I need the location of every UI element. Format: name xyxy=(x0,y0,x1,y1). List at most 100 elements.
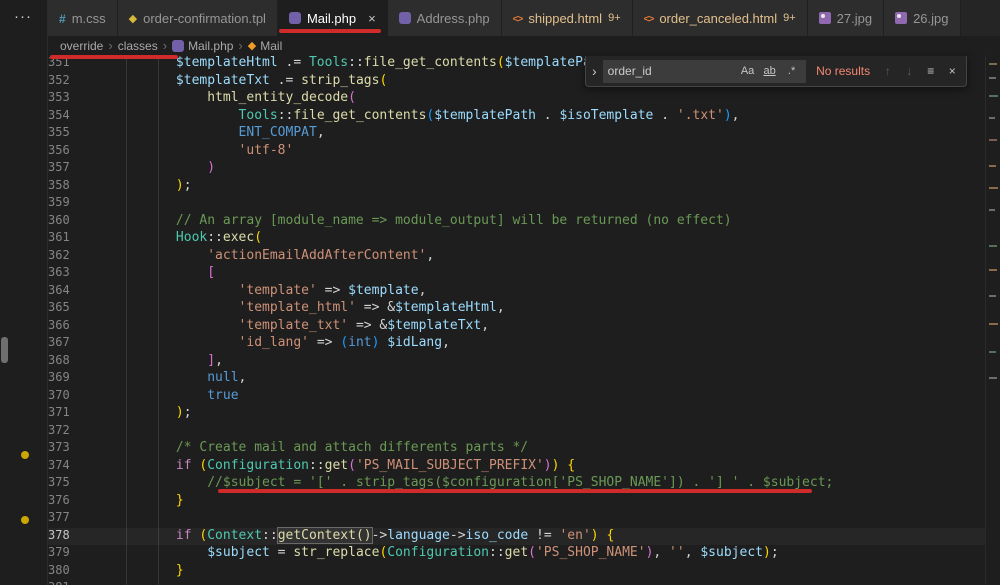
minimap[interactable] xyxy=(985,55,1000,585)
marker-dot xyxy=(21,516,29,524)
code-editor[interactable]: 351 $templateHtml .= Tools::file_get_con… xyxy=(48,55,985,585)
breadcrumb-label: classes xyxy=(118,39,158,53)
code-row[interactable]: 379 $subject = str_replace(Configuration… xyxy=(48,545,985,563)
tab-label: 27.jpg xyxy=(837,11,872,26)
line-number[interactable]: 358 xyxy=(48,178,82,196)
next-match-icon[interactable]: ↓ xyxy=(902,64,917,78)
breadcrumb-item-override[interactable]: override xyxy=(60,39,103,53)
code-row[interactable]: 353 html_entity_decode( xyxy=(48,90,985,108)
strip-scrollbar-thumb[interactable] xyxy=(1,337,8,363)
code-row[interactable]: 362 'actionEmailAddAfterContent', xyxy=(48,248,985,266)
code-row[interactable]: 373 /* Create mail and attach differents… xyxy=(48,440,985,458)
code-row[interactable]: 365 'template_html' => &$templateHtml, xyxy=(48,300,985,318)
line-number[interactable]: 362 xyxy=(48,248,82,266)
line-number[interactable]: 352 xyxy=(48,73,82,91)
line-number[interactable]: 373 xyxy=(48,440,82,458)
code-row[interactable]: 368 ], xyxy=(48,353,985,371)
minimap-mark xyxy=(989,245,997,247)
tab-label: 26.jpg xyxy=(913,11,948,26)
tab-order-confirmation-tpl[interactable]: order-confirmation.tpl xyxy=(118,0,278,36)
close-tab-icon[interactable]: × xyxy=(368,11,376,26)
code-row[interactable]: 369 null, xyxy=(48,370,985,388)
line-number[interactable]: 372 xyxy=(48,423,82,441)
vscode-window: ··· m.css order-confirmation.tpl Mail.ph… xyxy=(0,0,1000,585)
code-row[interactable]: 376 } xyxy=(48,493,985,511)
code-row[interactable]: 364 'template' => $template, xyxy=(48,283,985,301)
code-row[interactable]: 372 xyxy=(48,423,985,441)
tab-27-jpg[interactable]: 27.jpg xyxy=(808,0,884,36)
line-number[interactable]: 375 xyxy=(48,475,82,493)
line-number[interactable]: 364 xyxy=(48,283,82,301)
tab-m-css[interactable]: m.css xyxy=(48,0,118,36)
code-row[interactable]: 355 ENT_COMPAT, xyxy=(48,125,985,143)
line-number[interactable]: 368 xyxy=(48,353,82,371)
code-row[interactable]: 357 ) xyxy=(48,160,985,178)
line-number[interactable]: 380 xyxy=(48,563,82,581)
minimap-mark xyxy=(989,95,998,97)
tab-order-canceled-html[interactable]: order_canceled.html 9+ xyxy=(633,0,808,36)
code-row[interactable]: 363 [ xyxy=(48,265,985,283)
code-row[interactable]: 354 Tools::file_get_contents($templatePa… xyxy=(48,108,985,126)
code-row[interactable]: 361 Hook::exec( xyxy=(48,230,985,248)
code-row[interactable]: 356 'utf-8' xyxy=(48,143,985,161)
code-row[interactable]: 367 'id_lang' => (int) $idLang, xyxy=(48,335,985,353)
line-number[interactable]: 378 xyxy=(48,528,82,546)
tab-label: order-confirmation.tpl xyxy=(143,11,266,26)
line-number[interactable]: 359 xyxy=(48,195,82,213)
toggle-replace-icon[interactable]: › xyxy=(592,63,597,79)
breadcrumb-item-mail-class[interactable]: Mail xyxy=(248,39,282,53)
line-number[interactable]: 363 xyxy=(48,265,82,283)
line-number[interactable]: 357 xyxy=(48,160,82,178)
line-number[interactable]: 367 xyxy=(48,335,82,353)
code-line: [ xyxy=(82,265,215,283)
tab-address-php[interactable]: Address.php xyxy=(388,0,502,36)
code-row[interactable]: 380 } xyxy=(48,563,985,581)
line-number[interactable]: 354 xyxy=(48,108,82,126)
line-number[interactable]: 381 xyxy=(48,580,82,585)
code-line: ) xyxy=(82,160,215,178)
code-row[interactable]: 371 ); xyxy=(48,405,985,423)
tab-shipped-html[interactable]: shipped.html 9+ xyxy=(502,0,633,36)
minimap-mark xyxy=(989,187,998,189)
whole-word-icon[interactable]: ab xyxy=(760,65,779,77)
find-input[interactable]: order_id Aa ab .* xyxy=(603,60,806,83)
minimap-mark xyxy=(989,165,996,167)
line-number[interactable]: 355 xyxy=(48,125,82,143)
code-row[interactable]: 374 if (Configuration::get('PS_MAIL_SUBJ… xyxy=(48,458,985,476)
code-row[interactable]: 377 xyxy=(48,510,985,528)
line-number[interactable]: 371 xyxy=(48,405,82,423)
breadcrumb-label: Mail.php xyxy=(188,39,233,53)
code-row[interactable]: 359 xyxy=(48,195,985,213)
code-line: if (Context::getContext()->language->iso… xyxy=(82,528,614,546)
line-number[interactable]: 379 xyxy=(48,545,82,563)
annotation-underline-tab xyxy=(279,29,381,33)
line-number[interactable]: 377 xyxy=(48,510,82,528)
line-number[interactable]: 365 xyxy=(48,300,82,318)
more-actions-icon[interactable]: ··· xyxy=(14,8,32,25)
code-row[interactable]: 358 ); xyxy=(48,178,985,196)
previous-match-icon[interactable]: ↑ xyxy=(880,64,895,78)
find-in-selection-icon[interactable]: ≡ xyxy=(923,64,938,78)
left-strip: ··· xyxy=(0,0,48,585)
line-number[interactable]: 356 xyxy=(48,143,82,161)
tab-26-jpg[interactable]: 26.jpg xyxy=(884,0,960,36)
close-find-icon[interactable]: × xyxy=(945,64,960,78)
breadcrumb-item-mail-php[interactable]: Mail.php xyxy=(172,39,233,53)
line-number[interactable]: 376 xyxy=(48,493,82,511)
code-row[interactable]: 381 xyxy=(48,580,985,585)
line-number[interactable]: 366 xyxy=(48,318,82,336)
line-number[interactable]: 353 xyxy=(48,90,82,108)
line-number[interactable]: 360 xyxy=(48,213,82,231)
code-row[interactable]: 366 'template_txt' => &$templateTxt, xyxy=(48,318,985,336)
line-number[interactable]: 374 xyxy=(48,458,82,476)
find-query-text[interactable]: order_id xyxy=(608,64,735,78)
code-row[interactable]: 370 true xyxy=(48,388,985,406)
line-number[interactable]: 370 xyxy=(48,388,82,406)
breadcrumb-item-classes[interactable]: classes xyxy=(118,39,158,53)
code-row[interactable]: 360 // An array [module_name => module_o… xyxy=(48,213,985,231)
line-number[interactable]: 361 xyxy=(48,230,82,248)
match-case-icon[interactable]: Aa xyxy=(738,65,757,77)
code-row[interactable]: 378 if (Context::getContext()->language-… xyxy=(48,528,985,546)
regex-icon[interactable]: .* xyxy=(782,65,801,77)
line-number[interactable]: 369 xyxy=(48,370,82,388)
